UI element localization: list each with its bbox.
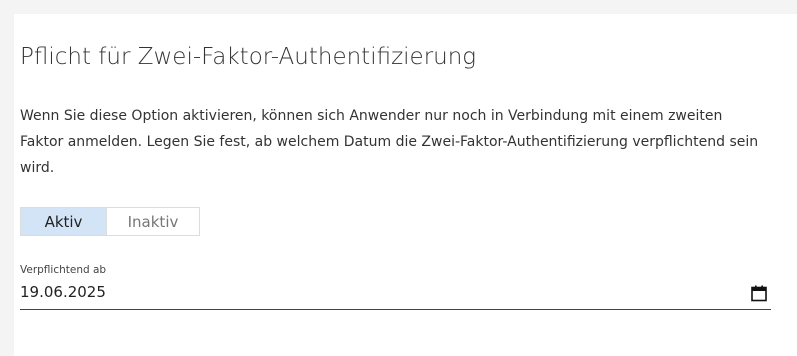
mandatory-date-field[interactable]: Verpflichtend ab 19.06.2025 bbox=[20, 264, 771, 324]
date-field-label: Verpflichtend ab bbox=[20, 264, 107, 276]
date-field-underline bbox=[20, 309, 771, 310]
date-input[interactable]: 19.06.2025 bbox=[20, 283, 106, 301]
toggle-aktiv-button[interactable]: Aktiv bbox=[21, 208, 106, 235]
calendar-icon[interactable] bbox=[751, 285, 767, 302]
status-toggle-group: Aktiv Inaktiv bbox=[20, 207, 200, 236]
section-description: Wenn Sie diese Option aktivieren, können… bbox=[20, 108, 759, 176]
section-title: Pflicht für Zwei-Faktor-Authentifizierun… bbox=[20, 44, 477, 70]
toggle-inaktiv-button[interactable]: Inaktiv bbox=[106, 208, 199, 235]
